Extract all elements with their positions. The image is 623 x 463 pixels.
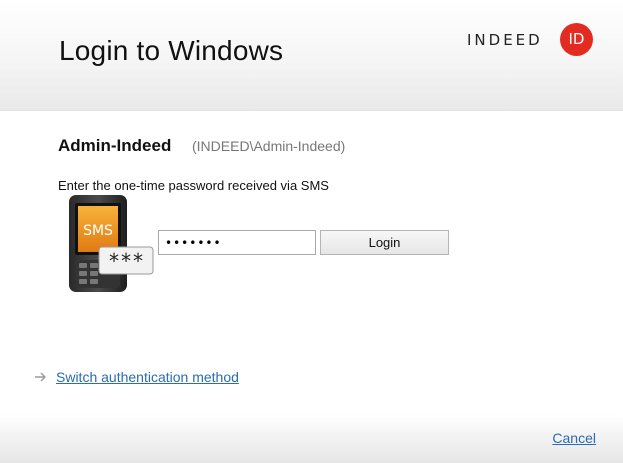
logo-text: INDEED	[467, 31, 543, 49]
otp-prompt: Enter the one-time password received via…	[58, 178, 329, 193]
header: Login to Windows INDEED ID	[0, 0, 623, 111]
footer: Cancel	[0, 414, 623, 463]
sms-phone-icon: SMS ***	[66, 194, 158, 294]
logo-badge: ID	[560, 23, 593, 56]
phone-bubble-label: ***	[108, 249, 144, 273]
user-name: Admin-Indeed	[58, 136, 172, 155]
phone-screen-label: SMS	[83, 223, 113, 239]
switch-method-row: Switch authentication method	[34, 368, 239, 386]
switch-authentication-method-link[interactable]: Switch authentication method	[56, 369, 239, 385]
arrow-right-icon	[35, 372, 46, 382]
login-button[interactable]: Login	[320, 230, 449, 255]
cancel-link[interactable]: Cancel	[552, 430, 596, 446]
indeed-id-logo: INDEED ID	[467, 22, 595, 58]
otp-password-input[interactable]	[158, 230, 316, 255]
user-domain: (INDEED\Admin-Indeed)	[192, 138, 346, 154]
page-title: Login to Windows	[59, 35, 284, 66]
